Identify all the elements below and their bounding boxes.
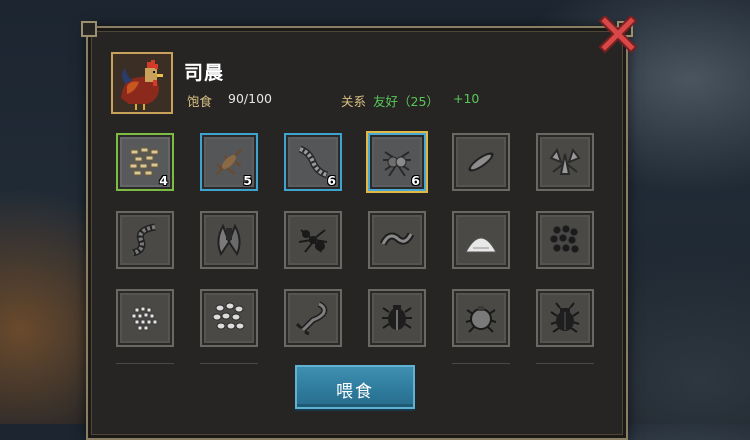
grain-pile-icon [129, 147, 159, 176]
food-slot[interactable] [116, 289, 174, 347]
larva-icon [131, 223, 156, 257]
food-slot[interactable] [452, 211, 510, 269]
food-slot[interactable] [284, 289, 342, 347]
satiety-label: 饱食 [187, 94, 213, 109]
ant-icon [298, 229, 328, 253]
item-count: 6 [327, 173, 336, 188]
relation-delta: +10 [453, 91, 480, 106]
scorpion-icon [295, 301, 328, 336]
spider-icon [383, 151, 411, 177]
cicada-icon [217, 223, 241, 257]
food-slot[interactable] [536, 289, 594, 347]
centipede-icon [298, 145, 329, 179]
panel-corner-ornament [81, 21, 97, 37]
food-slot[interactable] [200, 289, 258, 347]
food-slot[interactable]: 6 [284, 133, 342, 191]
food-slot[interactable] [116, 211, 174, 269]
silkworm-icon [468, 152, 494, 172]
food-slot[interactable] [284, 211, 342, 269]
rice-pile-icon [465, 237, 497, 253]
relation-status: 友好（25） [373, 94, 439, 109]
food-slot[interactable] [452, 289, 510, 347]
feed-button[interactable]: 喂食 [295, 365, 415, 409]
satiety-value: 90/100 [228, 91, 272, 106]
item-count: 5 [243, 173, 252, 188]
rooster-icon [113, 54, 171, 112]
food-slot[interactable]: 6 [368, 133, 426, 191]
black-beans-icon [549, 224, 580, 254]
tick-icon [465, 306, 497, 333]
creature-portrait [111, 52, 173, 114]
worm-icon [379, 232, 415, 246]
feed-button-label: 喂食 [336, 382, 374, 402]
item-count: 6 [411, 173, 420, 188]
close-button[interactable] [598, 14, 638, 56]
close-icon [598, 14, 638, 54]
dried-insect-icon [549, 147, 581, 175]
creature-name: 司晨 [184, 62, 225, 84]
grid-divider [452, 363, 510, 364]
grid-divider [536, 363, 594, 364]
relation-label: 关系 [341, 94, 367, 109]
grid-divider [116, 363, 174, 364]
food-slot[interactable] [536, 211, 594, 269]
food-slot[interactable]: 5 [200, 133, 258, 191]
millet-icon [131, 306, 158, 331]
beetle-icon [382, 305, 412, 330]
stag-beetle-icon [550, 302, 580, 333]
food-slot[interactable] [452, 133, 510, 191]
food-slot[interactable] [200, 211, 258, 269]
cricket-icon [216, 149, 242, 175]
food-slot[interactable] [368, 211, 426, 269]
food-slot[interactable] [368, 289, 426, 347]
food-slot[interactable] [536, 133, 594, 191]
item-count: 4 [159, 173, 168, 188]
food-slot[interactable]: 4 [116, 133, 174, 191]
grid-divider [200, 363, 258, 364]
seeds-icon [212, 302, 245, 330]
